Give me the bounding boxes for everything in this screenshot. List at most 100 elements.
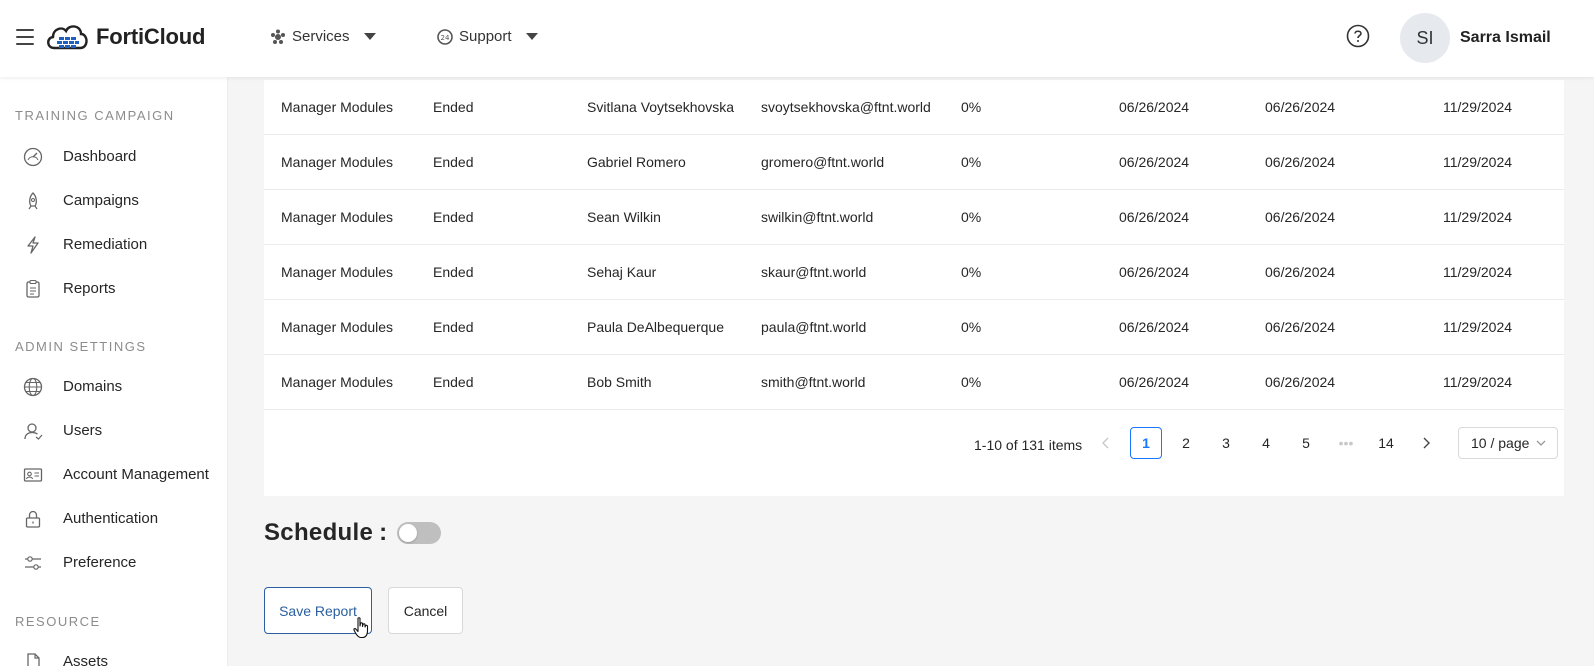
table-row[interactable]: Manager Modules Ended Gabriel Romero gro… [264,135,1564,190]
sidebar-item-label: Preference [63,553,137,571]
sidebar-item-label: Campaigns [63,191,139,209]
globe-icon [22,376,44,398]
cell-progress: 0% [961,154,982,170]
page-2-button[interactable]: 2 [1170,427,1202,459]
cell-email: smith@ftnt.world [761,374,866,390]
menu-icon[interactable] [16,29,34,45]
sidebar-item-preference[interactable]: Preference [0,544,227,580]
cell-date: 06/26/2024 [1265,99,1336,115]
sidebar-item-campaigns[interactable]: Campaigns [0,182,227,218]
user-name[interactable]: Sarra Ismail [1460,29,1551,47]
help-circle-icon[interactable] [1346,24,1370,53]
sidebar-item-reports[interactable]: Reports [0,270,227,306]
page-1-button[interactable]: 1 [1130,427,1162,459]
cell-module: Manager Modules [281,99,394,115]
cell-date: 06/26/2024 [1119,209,1190,225]
sidebar-item-authentication[interactable]: Authentication [0,500,227,536]
cell-status: Ended [433,209,474,225]
table-row[interactable]: Manager Modules Ended Svitlana Voytsekho… [264,80,1564,135]
cell-date: 06/26/2024 [1265,209,1336,225]
cell-date: 11/29/2024 [1443,374,1513,390]
cell-progress: 0% [961,264,982,280]
schedule-row: Schedule : [264,519,442,547]
gauge-icon [22,146,44,168]
sidebar-item-label: Remediation [63,235,148,253]
cell-date: 06/26/2024 [1265,374,1336,390]
support-icon: 24 [437,28,453,45]
cell-name: Svitlana Voytsekhovska [587,99,735,115]
next-page-button[interactable] [1410,427,1442,459]
section-title-resource: RESOURCE [15,614,101,629]
chevron-down-icon [525,33,538,40]
cell-date: 06/26/2024 [1119,99,1190,115]
table-row[interactable]: Manager Modules Ended Sean Wilkin swilki… [264,190,1564,245]
prev-page-button[interactable] [1090,427,1122,459]
table-row[interactable]: Manager Modules Ended Bob Smith smith@ft… [264,355,1564,410]
chevron-right-icon [1423,437,1430,449]
section-title-admin: ADMIN SETTINGS [15,339,147,354]
sidebar-item-remediation[interactable]: Remediation [0,226,227,262]
cell-status: Ended [433,154,474,170]
sidebar-item-account-management[interactable]: Account Management [0,456,227,492]
page-4-button[interactable]: 4 [1250,427,1282,459]
cell-date: 06/26/2024 [1119,264,1190,280]
sidebar-item-dashboard[interactable]: Dashboard [0,138,227,174]
cloud-logo-icon [47,25,88,50]
cell-date: 11/29/2024 [1443,209,1513,225]
sidebar-item-label: Reports [63,279,116,297]
lock-icon [22,508,44,530]
cell-date: 11/29/2024 [1443,319,1513,335]
clipboard-icon [22,278,44,300]
sidebar-item-assets[interactable]: Assets [0,643,227,666]
file-icon [22,651,44,666]
svg-text:24: 24 [441,34,450,42]
table-row[interactable]: Manager Modules Ended Paula DeAlbequerqu… [264,300,1564,355]
sidebar-item-label: Domains [63,377,123,395]
page-3-button[interactable]: 3 [1210,427,1242,459]
brand-name: FortiCloud [96,24,206,49]
cell-date: 11/29/2024 [1443,264,1513,280]
cell-email: skaur@ftnt.world [761,264,867,280]
sidebar-item-label: Dashboard [63,147,137,165]
chevron-left-icon [1102,437,1109,449]
cell-date: 06/26/2024 [1265,319,1336,335]
nav-support[interactable]: 24 Support [437,28,538,45]
sidebar-item-users[interactable]: Users [0,412,227,448]
pagination-total: 1-10 of 131 items [974,437,1083,453]
schedule-label: Schedule [264,519,374,546]
page-14-button[interactable]: 14 [1370,427,1402,459]
cell-name: Gabriel Romero [587,154,686,170]
cancel-button[interactable]: Cancel [388,587,463,634]
page-5-button[interactable]: 5 [1290,427,1322,459]
schedule-colon: : [379,519,388,546]
cell-status: Ended [433,99,474,115]
table-row[interactable]: Manager Modules Ended Sehaj Kaur skaur@f… [264,245,1564,300]
cell-email: swilkin@ftnt.world [761,209,874,225]
nav-services[interactable]: Services [270,28,376,45]
sidebar-item-label: Users [63,421,103,439]
user-icon [22,420,44,442]
chevron-down-icon [363,33,376,40]
brand-logo[interactable]: FortiCloud [44,20,205,54]
cell-date: 06/26/2024 [1119,319,1190,335]
sidebar-item-domains[interactable]: Domains [0,368,227,404]
chevron-down-icon [1536,440,1546,446]
page-size-select[interactable]: 10 / page [1458,427,1558,459]
nav-services-label: Services [292,28,350,45]
sliders-icon [22,552,44,574]
sidebar-item-label: Authentication [63,509,159,527]
avatar[interactable]: SI [1400,13,1450,63]
cell-progress: 0% [961,99,982,115]
pagination: 1-10 of 131 items 1 2 3 4 5 ••• 14 10 / … [264,427,1564,467]
cell-status: Ended [433,264,474,280]
nav-support-label: Support [459,28,512,45]
section-title-training: TRAINING CAMPAIGN [15,108,175,123]
jump-next-ellipsis[interactable]: ••• [1330,427,1362,459]
cell-email: paula@ftnt.world [761,319,867,335]
cell-date: 11/29/2024 [1443,99,1513,115]
cell-date: 11/29/2024 [1443,154,1513,170]
cell-email: gromero@ftnt.world [761,154,885,170]
report-table: Manager Modules Ended Svitlana Voytsekho… [264,80,1564,496]
schedule-toggle[interactable] [397,522,442,544]
lightning-icon [22,234,44,256]
